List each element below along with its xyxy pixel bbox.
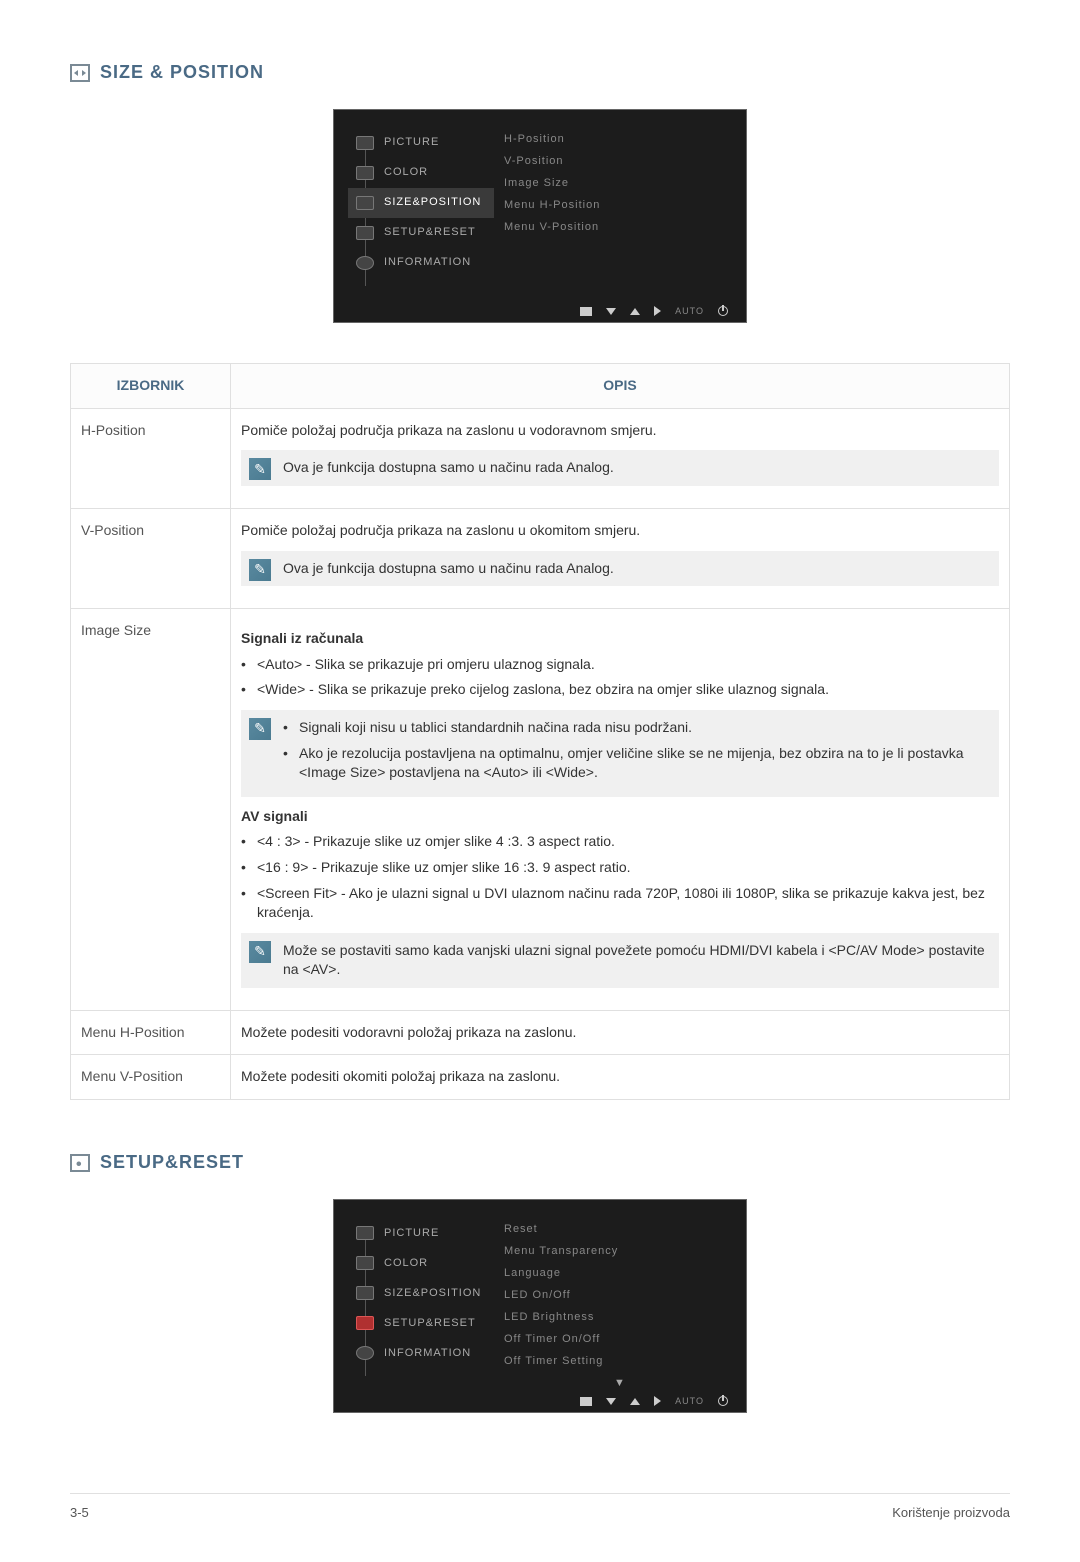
osd2-right-reset: Reset — [504, 1222, 736, 1244]
osd2-left-information: INFORMATION — [348, 1338, 494, 1368]
row2-pc-note: ✎ Signali koji nisu u tablici standardni… — [241, 710, 999, 797]
section1-heading: SIZE & POSITION — [70, 60, 1010, 85]
row1-note: ✎ Ova je funkcija dostupna samo u načinu… — [241, 551, 999, 587]
osd-footer-up-icon — [630, 308, 640, 315]
osd-footer-right-icon — [654, 306, 661, 316]
note-icon: ✎ — [249, 941, 271, 963]
size-position-icon — [70, 64, 90, 82]
osd-right-h-position: H-Position — [504, 132, 736, 154]
page-number: 3-5 — [70, 1504, 89, 1522]
row0-desc: Pomiče položaj područja prikaza na zaslo… — [241, 421, 999, 441]
osd-footer-rect-icon — [580, 307, 592, 316]
section2-heading: SETUP&RESET — [70, 1150, 1010, 1175]
row0-desc-cell: Pomiče položaj područja prikaza na zaslo… — [231, 408, 1010, 508]
page-footer: 3-5 Korištenje proizvoda — [70, 1493, 1010, 1522]
osd2-right-language: Language — [504, 1266, 736, 1288]
row0-note: ✎ Ova je funkcija dostupna samo u načinu… — [241, 450, 999, 486]
row4-desc: Možete podesiti okomiti položaj prikaza … — [231, 1055, 1010, 1100]
row2-pc-note-b1: Signali koji nisu u tablici standardnih … — [299, 718, 987, 738]
row2-av-b1: <4 : 3> - Prikazuje slike uz omjer slike… — [257, 832, 999, 852]
section1-title: SIZE & POSITION — [100, 60, 264, 85]
row2-pc-note-b2: Ako je rezolucija postavljena na optimal… — [299, 744, 987, 783]
osd-size-position: PICTURE COLOR SIZE&POSITION SETUP&RESET … — [333, 109, 747, 323]
osd2-right-menu-transparency: Menu Transparency — [504, 1244, 736, 1266]
osd2-left-picture: PICTURE — [348, 1218, 494, 1248]
osd2-right-offtimer-setting: Off Timer Setting — [504, 1354, 736, 1376]
osd-footer-down-icon — [606, 308, 616, 315]
osd-left-information: INFORMATION — [348, 248, 494, 278]
osd2-right-more-icon: ▼ — [504, 1376, 736, 1391]
osd-footer-rect-icon — [580, 1397, 592, 1406]
osd-footer-up-icon — [630, 1398, 640, 1405]
row2-pc-b2: <Wide> - Slika se prikazuje preko cijelo… — [257, 680, 999, 700]
osd-footer-right-icon — [654, 1396, 661, 1406]
row1-desc-cell: Pomiče položaj područja prikaza na zaslo… — [231, 508, 1010, 608]
osd2-right-led-brightness: LED Brightness — [504, 1310, 736, 1332]
note-icon: ✎ — [249, 559, 271, 581]
osd2-left-setupreset: SETUP&RESET — [348, 1308, 494, 1338]
osd-footer-down-icon — [606, 1398, 616, 1405]
osd-footer-power-icon — [718, 306, 728, 316]
osd-left-color: COLOR — [348, 158, 494, 188]
row2-menu: Image Size — [71, 609, 231, 1011]
menu-description-table: IZBORNIK OPIS H-Position Pomiče položaj … — [70, 363, 1010, 1100]
row3-menu: Menu H-Position — [71, 1010, 231, 1055]
osd-left-sizeposition: SIZE&POSITION — [348, 188, 494, 218]
row2-av-b3: <Screen Fit> - Ako je ulazni signal u DV… — [257, 884, 999, 923]
osd1-footer: AUTO — [334, 300, 746, 322]
th-menu: IZBORNIK — [71, 364, 231, 409]
row2-desc-cell: Signali iz računala <Auto> - Slika se pr… — [231, 609, 1010, 1011]
row2-av-note: ✎ Može se postaviti samo kada vanjski ul… — [241, 933, 999, 988]
osd-footer-power-icon — [718, 1396, 728, 1406]
row2-pc-b1: <Auto> - Slika se prikazuje pri omjeru u… — [257, 655, 999, 675]
row2-av-heading: AV signali — [241, 807, 999, 827]
osd-right-v-position: V-Position — [504, 154, 736, 176]
osd-setup-reset: PICTURE COLOR SIZE&POSITION SETUP&RESET … — [333, 1199, 747, 1413]
osd-footer-auto: AUTO — [675, 305, 704, 318]
osd-left-picture: PICTURE — [348, 128, 494, 158]
row2-av-b2: <16 : 9> - Prikazuje slike uz omjer slik… — [257, 858, 999, 878]
osd2-left-sizeposition: SIZE&POSITION — [348, 1278, 494, 1308]
osd-right-menu-v-position: Menu V-Position — [504, 220, 736, 242]
note-icon: ✎ — [249, 458, 271, 480]
page-section-title: Korištenje proizvoda — [892, 1504, 1010, 1522]
osd-right-image-size: Image Size — [504, 176, 736, 198]
row0-menu: H-Position — [71, 408, 231, 508]
row1-desc: Pomiče položaj područja prikaza na zaslo… — [241, 521, 999, 541]
osd2-right-led-onoff: LED On/Off — [504, 1288, 736, 1310]
osd2-right-offtimer-onoff: Off Timer On/Off — [504, 1332, 736, 1354]
osd-right-menu-h-position: Menu H-Position — [504, 198, 736, 220]
th-desc: OPIS — [231, 364, 1010, 409]
section2-title: SETUP&RESET — [100, 1150, 244, 1175]
row1-menu: V-Position — [71, 508, 231, 608]
row3-desc: Možete podesiti vodoravni položaj prikaz… — [231, 1010, 1010, 1055]
osd2-left-color: COLOR — [348, 1248, 494, 1278]
setup-reset-icon — [70, 1154, 90, 1172]
row4-menu: Menu V-Position — [71, 1055, 231, 1100]
note-icon: ✎ — [249, 718, 271, 740]
osd-left-setupreset: SETUP&RESET — [348, 218, 494, 248]
osd-footer-auto: AUTO — [675, 1395, 704, 1408]
osd2-footer: AUTO — [334, 1390, 746, 1412]
row2-pc-heading: Signali iz računala — [241, 629, 999, 649]
